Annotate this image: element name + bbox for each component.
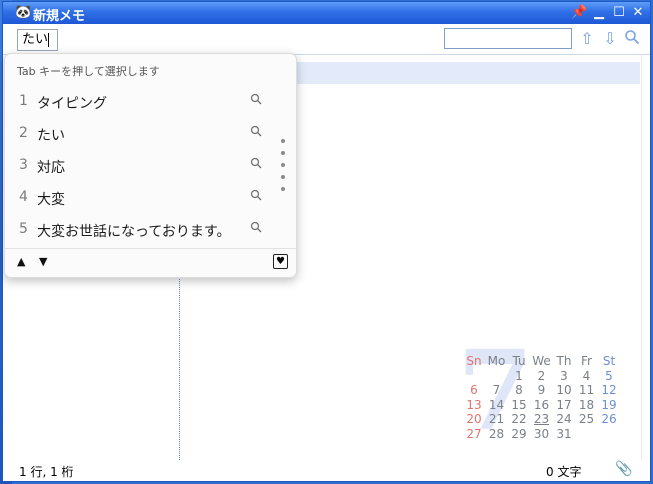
calendar-day[interactable]: 30 [531,427,553,441]
calendar-day[interactable]: 7 [486,383,508,397]
calendar-day[interactable]: 18 [576,398,598,412]
calendar-day[interactable]: 20 [463,412,485,426]
title-bar[interactable]: 🐼 新規メモ 📌 ▁ ☐ ✕ [3,2,650,24]
calendar-day[interactable]: 14 [486,398,508,412]
calendar-day[interactable]: 12 [598,383,620,397]
calendar-day[interactable]: 16 [531,398,553,412]
search-icon[interactable] [250,125,262,140]
search-icon[interactable] [250,93,262,108]
ime-candidate[interactable]: 5 大変お世話になっております。 [5,214,275,246]
search-icon[interactable] [622,29,642,49]
calendar-day[interactable]: 17 [553,398,575,412]
calendar-day[interactable]: 9 [531,383,553,397]
ime-composition-box[interactable]: たい [17,29,58,51]
calendar-day[interactable]: 4 [576,369,598,383]
candidate-number: 4 [19,189,28,205]
calendar-day[interactable]: 1 [508,369,530,383]
favorite-icon[interactable]: ♥ [273,254,288,269]
search-icon[interactable] [250,189,262,204]
calendar-day[interactable]: 26 [598,412,620,426]
ime-composition-text: たい [22,32,49,47]
candidate-number: 5 [19,221,28,237]
candidate-number: 1 [19,93,28,109]
calendar-day[interactable]: 22 [508,412,530,426]
calendar-day[interactable]: 15 [508,398,530,412]
calendar-day[interactable]: 19 [598,398,620,412]
minimize-icon[interactable]: ▁ [591,5,607,21]
character-count: 0 文字 [546,465,582,479]
calendar-weekday: Th [556,354,572,368]
calendar-day[interactable]: 28 [486,427,508,441]
calendar-day[interactable]: 6 [463,383,485,397]
ime-candidate[interactable]: 4 大変 [5,182,275,214]
close-icon[interactable]: ✕ [630,5,646,21]
ime-hint: Tab キーを押して選択します [17,65,160,78]
calendar-day[interactable]: 31 [553,427,575,441]
pin-icon[interactable]: 📌 [571,5,587,21]
window-title: 新規メモ [33,9,86,24]
prev-page-icon[interactable]: ▲ [17,255,25,268]
arrow-up-icon[interactable]: ⇧ [577,29,597,49]
status-bar: 1 行, 1 桁 0 文字 📎 [3,461,650,481]
calendar-day[interactable]: 10 [553,383,575,397]
candidate-number: 2 [19,125,28,141]
calendar-weekday: Mo [487,354,506,368]
toolbar: たい ⇧ ⇩ [3,24,650,55]
calendar-day[interactable]: 21 [486,412,508,426]
calendar-day[interactable]: 24 [553,412,575,426]
next-page-icon[interactable]: ▼ [39,255,47,268]
calendar-day[interactable]: 8 [508,383,530,397]
search-icon[interactable] [250,221,262,236]
calendar-day[interactable]: 29 [508,427,530,441]
ime-candidate[interactable]: 2 たい [5,118,275,150]
candidate-text: 対応 [37,160,65,176]
calendar-weekday: Sn [466,354,482,368]
maximize-icon[interactable]: ☐ [611,5,627,21]
calendar-day[interactable]: 5 [598,369,620,383]
ime-candidate[interactable]: 3 対応 [5,150,275,182]
editor-right-edge [641,54,642,464]
cursor-position: 1 行, 1 桁 [19,465,74,479]
app-icon: 🐼 [15,5,32,20]
calendar-day[interactable]: 11 [576,383,598,397]
calendar-day[interactable]: 25 [576,412,598,426]
ime-candidate-popup: Tab キーを押して選択します 1 タイピング 2 たい 3 対応 4 大変 5 大変お世話になっ… [4,53,297,278]
arrow-down-icon[interactable]: ⇩ [600,29,620,49]
candidate-number: 3 [19,157,28,173]
calendar-day[interactable]: 3 [553,369,575,383]
calendar-day[interactable]: 2 [531,369,553,383]
calendar-day[interactable]: 13 [463,398,485,412]
candidate-text: たい [37,128,65,144]
search-input[interactable] [444,28,572,49]
calendar-widget: 7 Sn Mo Tu We Th Fr St 1 2 3 4 5 6 7 8 9 10 11 12 13 14 15 16 1… [457,336,627,454]
search-icon[interactable] [250,157,262,172]
calendar-weekday: We [532,354,551,368]
calendar-weekday: Fr [581,354,592,368]
calendar-day[interactable]: 23 [531,412,553,426]
ime-candidate[interactable]: 1 タイピング [5,86,275,118]
text-caret [48,32,50,47]
ime-popup-footer: ▲ ▼ ♥ [5,248,296,277]
candidate-page-dots [281,139,287,199]
calendar-weekday: St [602,354,616,368]
candidate-text: タイピング [37,96,107,112]
calendar-weekday: Tu [512,354,526,368]
paperclip-icon[interactable]: 📎 [615,461,632,477]
candidate-text: 大変お世話になっております。 [37,224,231,240]
calendar-day[interactable]: 27 [463,427,485,441]
candidate-text: 大変 [37,192,65,208]
